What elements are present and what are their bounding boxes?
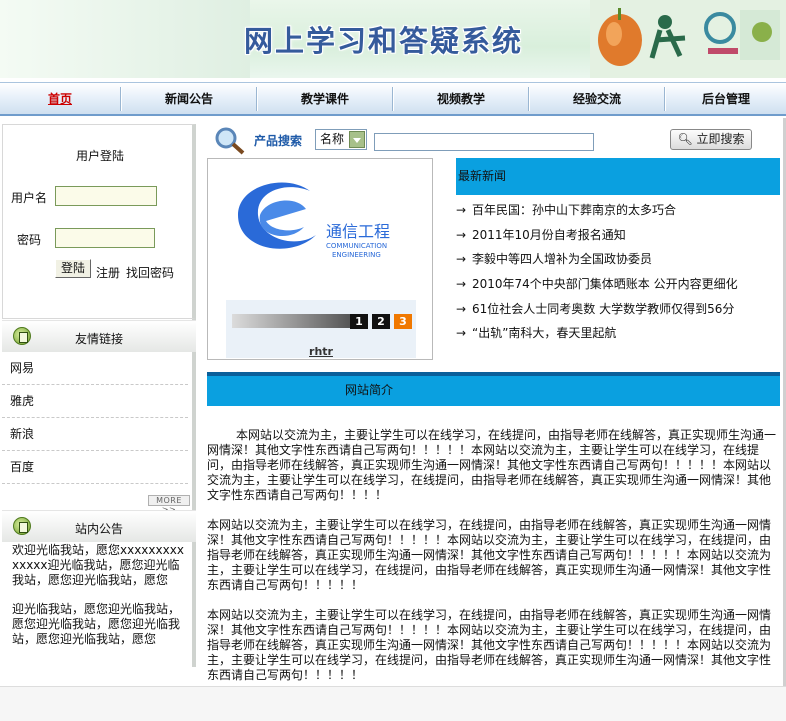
login-button[interactable]: 登陆 <box>55 259 91 278</box>
password-label: 密码 <box>17 233 42 247</box>
links-header: 友情链接 <box>2 320 196 352</box>
username-input[interactable] <box>55 186 157 206</box>
more-button[interactable]: MORE >> <box>148 495 190 514</box>
product-search-bar: 产品搜索 名称 🔍︎ 立即搜索 <box>206 125 784 155</box>
intro-paragraph: 本网站以交流为主，主要让学生可以在线学习，在线提问，由指导老师在线解答，真正实现… <box>207 518 772 592</box>
image-slideshow: 通信工程 COMMUNICATION ENGINEERING 1 2 3 rht… <box>207 158 433 360</box>
nav-item-news[interactable]: 新闻公告 <box>122 83 256 115</box>
slide-caption[interactable]: rhtr <box>208 345 434 358</box>
link-sina[interactable]: 新浪 <box>2 418 188 451</box>
intro-paragraph: 本网站以交流为主，主要让学生可以在线学习，在线提问，由指导老师在线解答，真正实现… <box>207 428 777 502</box>
search-button-label: 立即搜索 <box>696 132 745 146</box>
notice-header: 站内公告 <box>2 510 196 542</box>
links-title: 友情链接 <box>74 332 123 346</box>
news-item[interactable]: → 百年民国：孙中山下葬南京的太多巧合 <box>456 201 676 218</box>
logo-text-cn: 通信工程 <box>326 222 390 241</box>
nav-item-courseware[interactable]: 教学课件 <box>258 83 392 115</box>
intro-header: 网站简介 <box>207 372 780 406</box>
notice-title: 站内公告 <box>74 522 123 536</box>
intro-paragraph: 本网站以交流为主，主要让学生可以在线学习，在线提问，由指导老师在线解答，真正实现… <box>207 608 772 682</box>
password-input[interactable] <box>55 228 155 248</box>
banner-decoration <box>0 0 250 78</box>
communication-engineering-logo: 通信工程 COMMUNICATION ENGINEERING <box>238 182 390 259</box>
nav-item-experience[interactable]: 经验交流 <box>530 83 664 115</box>
left-sidebar: 用户登陆 用户名 密码 登陆 注册 找回密码 友情链接 网易 雅虎 新浪 百度 … <box>2 124 196 667</box>
magnifier-icon <box>215 127 245 155</box>
search-button[interactable]: 🔍︎ 立即搜索 <box>670 129 752 150</box>
notice-paragraph: 迎光临我站，愿您迎光临我站，愿您迎光临我站，愿您迎光临我站，愿您迎光临我站，愿您 <box>12 602 181 646</box>
news-item[interactable]: → 2010年74个中央部门集体晒账本 公开内容更细化 <box>456 275 738 292</box>
banner: 网上学习和答疑系统 <box>0 0 786 78</box>
recover-password-link[interactable]: 找回密码 <box>126 264 174 281</box>
search-input[interactable] <box>374 133 594 151</box>
news-item[interactable]: → 李毅中等四人增补为全国政协委员 <box>456 250 652 267</box>
search-icon: 🔍︎ <box>677 132 693 146</box>
chevron-down-icon <box>349 131 365 148</box>
notice-content: 欢迎光临我站，愿您xxxxxxxxxxxxxx迎光临我站，愿您迎光临我站，愿您迎… <box>12 543 188 661</box>
slide-page-3[interactable]: 3 <box>394 314 412 329</box>
logo-text-en2: ENGINEERING <box>332 251 381 259</box>
search-label: 产品搜索 <box>254 134 303 148</box>
arrow-right-icon: → <box>456 326 467 340</box>
news-item[interactable]: → “出轨”南科大，春天里起航 <box>456 324 616 341</box>
intro-title: 网站简介 <box>345 383 394 397</box>
news-header: 最新新闻 <box>456 158 780 195</box>
friend-links-list: 网易 雅虎 新浪 百度 <box>2 352 196 484</box>
link-baidu[interactable]: 百度 <box>2 451 188 484</box>
main-nav: 首页 新闻公告 教学课件 视频教学 经验交流 后台管理 <box>0 82 786 116</box>
link-yahoo[interactable]: 雅虎 <box>2 385 188 418</box>
nav-item-admin[interactable]: 后台管理 <box>666 83 786 115</box>
nav-item-home[interactable]: 首页 <box>0 83 120 115</box>
banner-illustration <box>590 0 786 78</box>
arrow-right-icon: → <box>456 277 467 291</box>
username-label: 用户名 <box>11 191 48 205</box>
login-panel: 用户登陆 用户名 密码 登陆 注册 找回密码 <box>2 124 196 319</box>
slideshow-progress <box>232 314 350 328</box>
news-item[interactable]: → 2011年10月份自考报名通知 <box>456 226 626 243</box>
arrow-right-icon: → <box>456 203 467 217</box>
latest-news: 最新新闻 → 百年民国：孙中山下葬南京的太多巧合 → 2011年10月份自考报名通知… <box>456 158 780 348</box>
arrow-right-icon: → <box>456 252 467 266</box>
notice-paragraph: 欢迎光临我站，愿您xxxxxxxxxxxxxx迎光临我站，愿您迎光临我站，愿您迎… <box>12 543 184 587</box>
arrow-right-icon: → <box>456 302 467 316</box>
arrow-right-icon: → <box>456 228 467 242</box>
page-footer-area <box>0 686 786 721</box>
logo-text-en1: COMMUNICATION <box>326 242 387 250</box>
login-title: 用户登陆 <box>75 149 124 163</box>
search-type-value: 名称 <box>320 132 345 146</box>
nav-item-video[interactable]: 视频教学 <box>394 83 528 115</box>
site-title: 网上学习和答疑系统 <box>244 24 524 58</box>
link-netease[interactable]: 网易 <box>2 352 188 385</box>
search-type-select[interactable]: 名称 <box>315 129 367 150</box>
news-item[interactable]: → 61位社会人士同考奥数 大学数学教师仅得到56分 <box>456 300 734 317</box>
slide-page-2[interactable]: 2 <box>372 314 390 329</box>
intro-content: 本网站以交流为主，主要让学生可以在线学习，在线提问，由指导老师在线解答，真正实现… <box>207 428 781 698</box>
register-link[interactable]: 注册 <box>96 264 120 281</box>
slide-page-1[interactable]: 1 <box>350 314 368 329</box>
